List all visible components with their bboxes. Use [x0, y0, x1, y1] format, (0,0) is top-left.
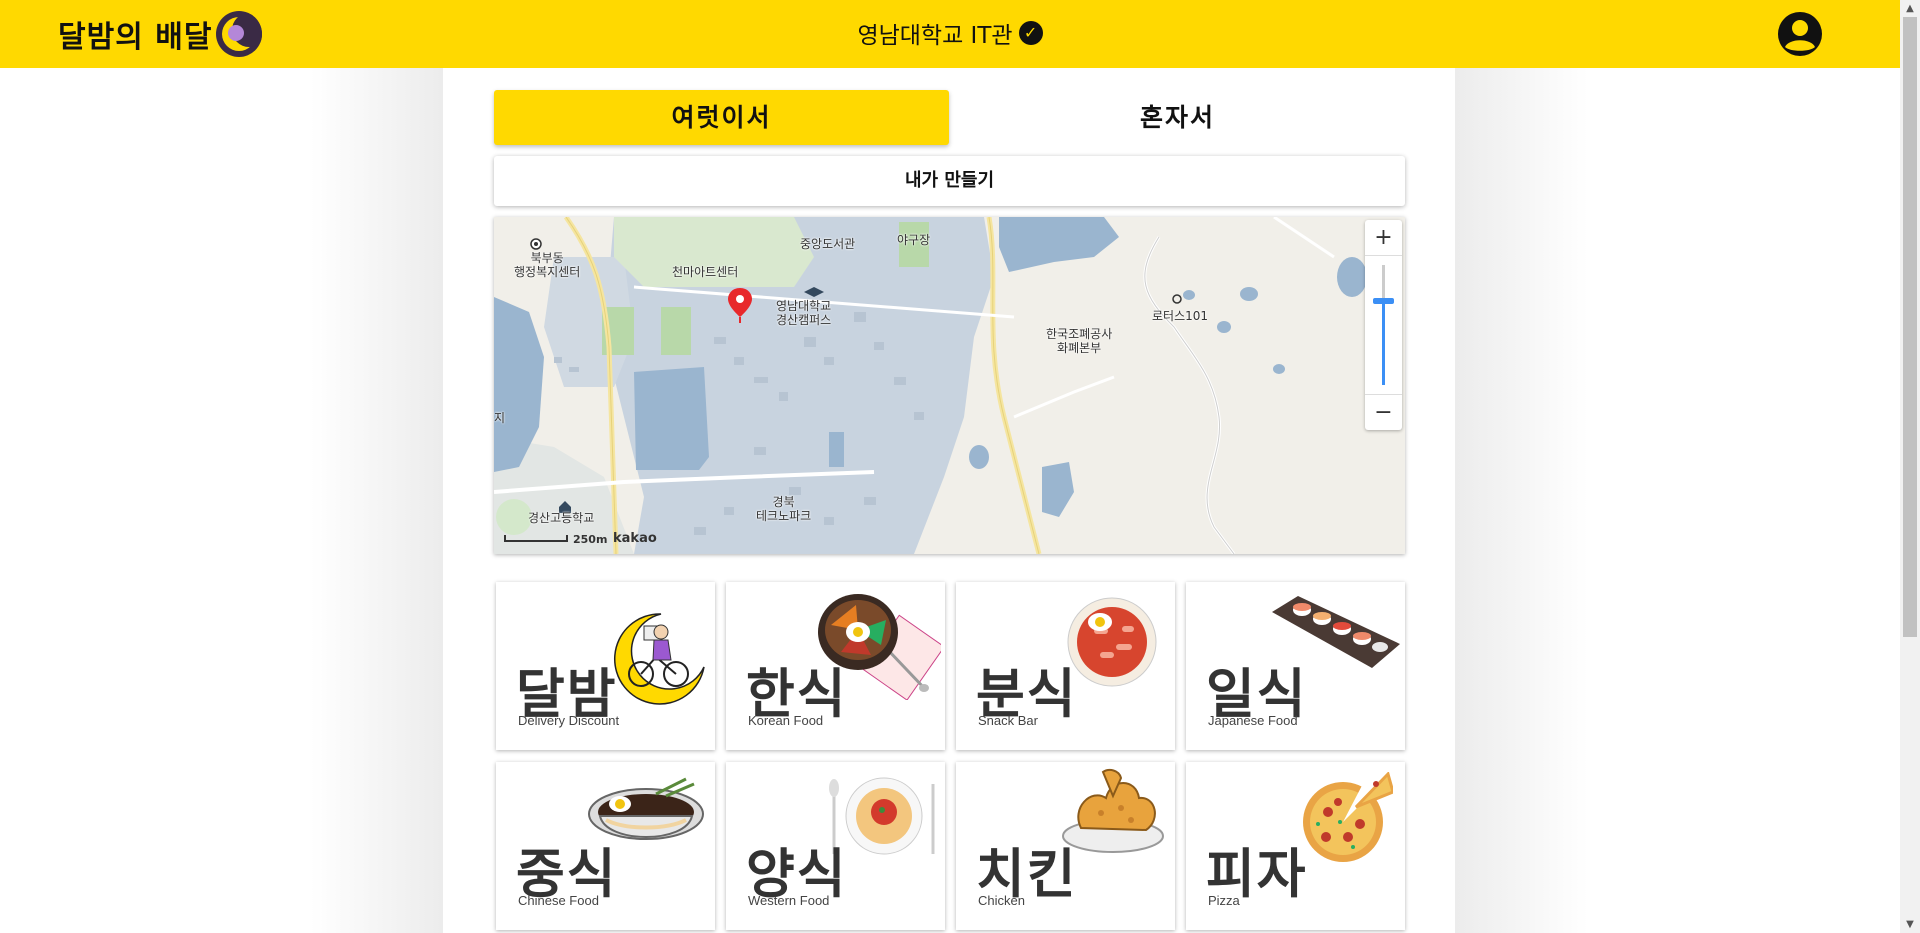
category-card-dalbam[interactable]: 달밤 Delivery Discount	[496, 582, 715, 750]
zoom-slider-handle[interactable]	[1373, 298, 1394, 304]
category-subtitle: Delivery Discount	[518, 713, 620, 728]
category-subtitle: Japanese Food	[1208, 713, 1298, 728]
category-subtitle: Chicken	[978, 893, 1025, 908]
map-label-cheonma: 천마아트센터	[672, 265, 739, 279]
scroll-down-arrow-icon[interactable]: ▼	[1900, 916, 1920, 933]
kakao-attribution[interactable]: kakao	[613, 531, 657, 546]
page-margin-left	[0, 68, 443, 933]
category-subtitle: Western Food	[748, 893, 830, 908]
tteokbokki-icon	[1067, 597, 1157, 687]
location-text[interactable]: 영남대학교 IT관	[857, 16, 1012, 50]
category-card-korean[interactable]: 한식 Korean Food	[726, 582, 945, 750]
category-subtitle: Pizza	[1208, 893, 1240, 908]
category-subtitle: Korean Food	[748, 713, 824, 728]
map-label-library: 중앙도서관	[800, 237, 856, 251]
page-margin-right	[1455, 68, 1900, 933]
map-label-highschool: 경산고등학교	[528, 511, 595, 525]
zoom-in-button[interactable]: +	[1365, 220, 1402, 256]
map-scale-text: 250m	[573, 533, 608, 546]
zoom-out-button[interactable]: −	[1365, 394, 1402, 430]
location-selector[interactable]: 영남대학교 IT관 ✓	[0, 16, 1900, 50]
scrollbar-thumb[interactable]	[1903, 17, 1917, 637]
map-label-ji: 지	[494, 411, 506, 425]
create-room-button[interactable]: 내가 만들기	[494, 156, 1405, 206]
map-label-bukbu: 북부동 행정복지센터	[514, 251, 581, 279]
category-card-japanese[interactable]: 일식 Japanese Food	[1186, 582, 1405, 750]
top-header: 달밤의 배달 영남대학교 IT관 ✓	[0, 0, 1900, 68]
moon-rider-icon	[613, 613, 705, 705]
map-label-baseball: 야구장	[897, 233, 931, 247]
map-tiles[interactable]	[494, 217, 1405, 554]
check-circle-icon: ✓	[1018, 21, 1043, 45]
map-label-lotus: 로터스101	[1152, 309, 1209, 323]
category-card-chicken[interactable]: 치킨 Chicken	[956, 762, 1175, 930]
page-scrollbar[interactable]: ▲ ▼	[1900, 0, 1920, 933]
map-scale-bar	[504, 535, 568, 542]
map-label-yeungnam: 영남대학교 경산캠퍼스	[776, 299, 832, 327]
pizza-icon	[1303, 772, 1393, 862]
user-account-icon[interactable]	[1777, 11, 1823, 57]
category-card-pizza[interactable]: 피자 Pizza	[1186, 762, 1405, 930]
map-label-komsco: 한국조폐공사 화폐본부	[1046, 327, 1113, 355]
map-zoom-control: + −	[1365, 220, 1402, 430]
kakao-map[interactable]: 북부동 행정복지센터 천마아트센터 중앙도서관 야구장 영남대학교 경산캠퍼스 한국…	[494, 217, 1405, 554]
category-subtitle: Chinese Food	[518, 893, 599, 908]
scroll-up-arrow-icon[interactable]: ▲	[1900, 0, 1920, 17]
category-subtitle: Snack Bar	[978, 713, 1038, 728]
category-card-chinese[interactable]: 중식 Chinese Food	[496, 762, 715, 930]
category-card-western[interactable]: 양식 Western Food	[726, 762, 945, 930]
map-label-technopark: 경북 테크노파크	[756, 495, 812, 523]
category-card-snack[interactable]: 분식 Snack Bar	[956, 582, 1175, 750]
zoom-slider-track[interactable]	[1382, 265, 1385, 385]
tab-solo-order[interactable]: 혼자서	[950, 90, 1405, 145]
tab-group-order[interactable]: 여럿이서	[494, 90, 949, 145]
